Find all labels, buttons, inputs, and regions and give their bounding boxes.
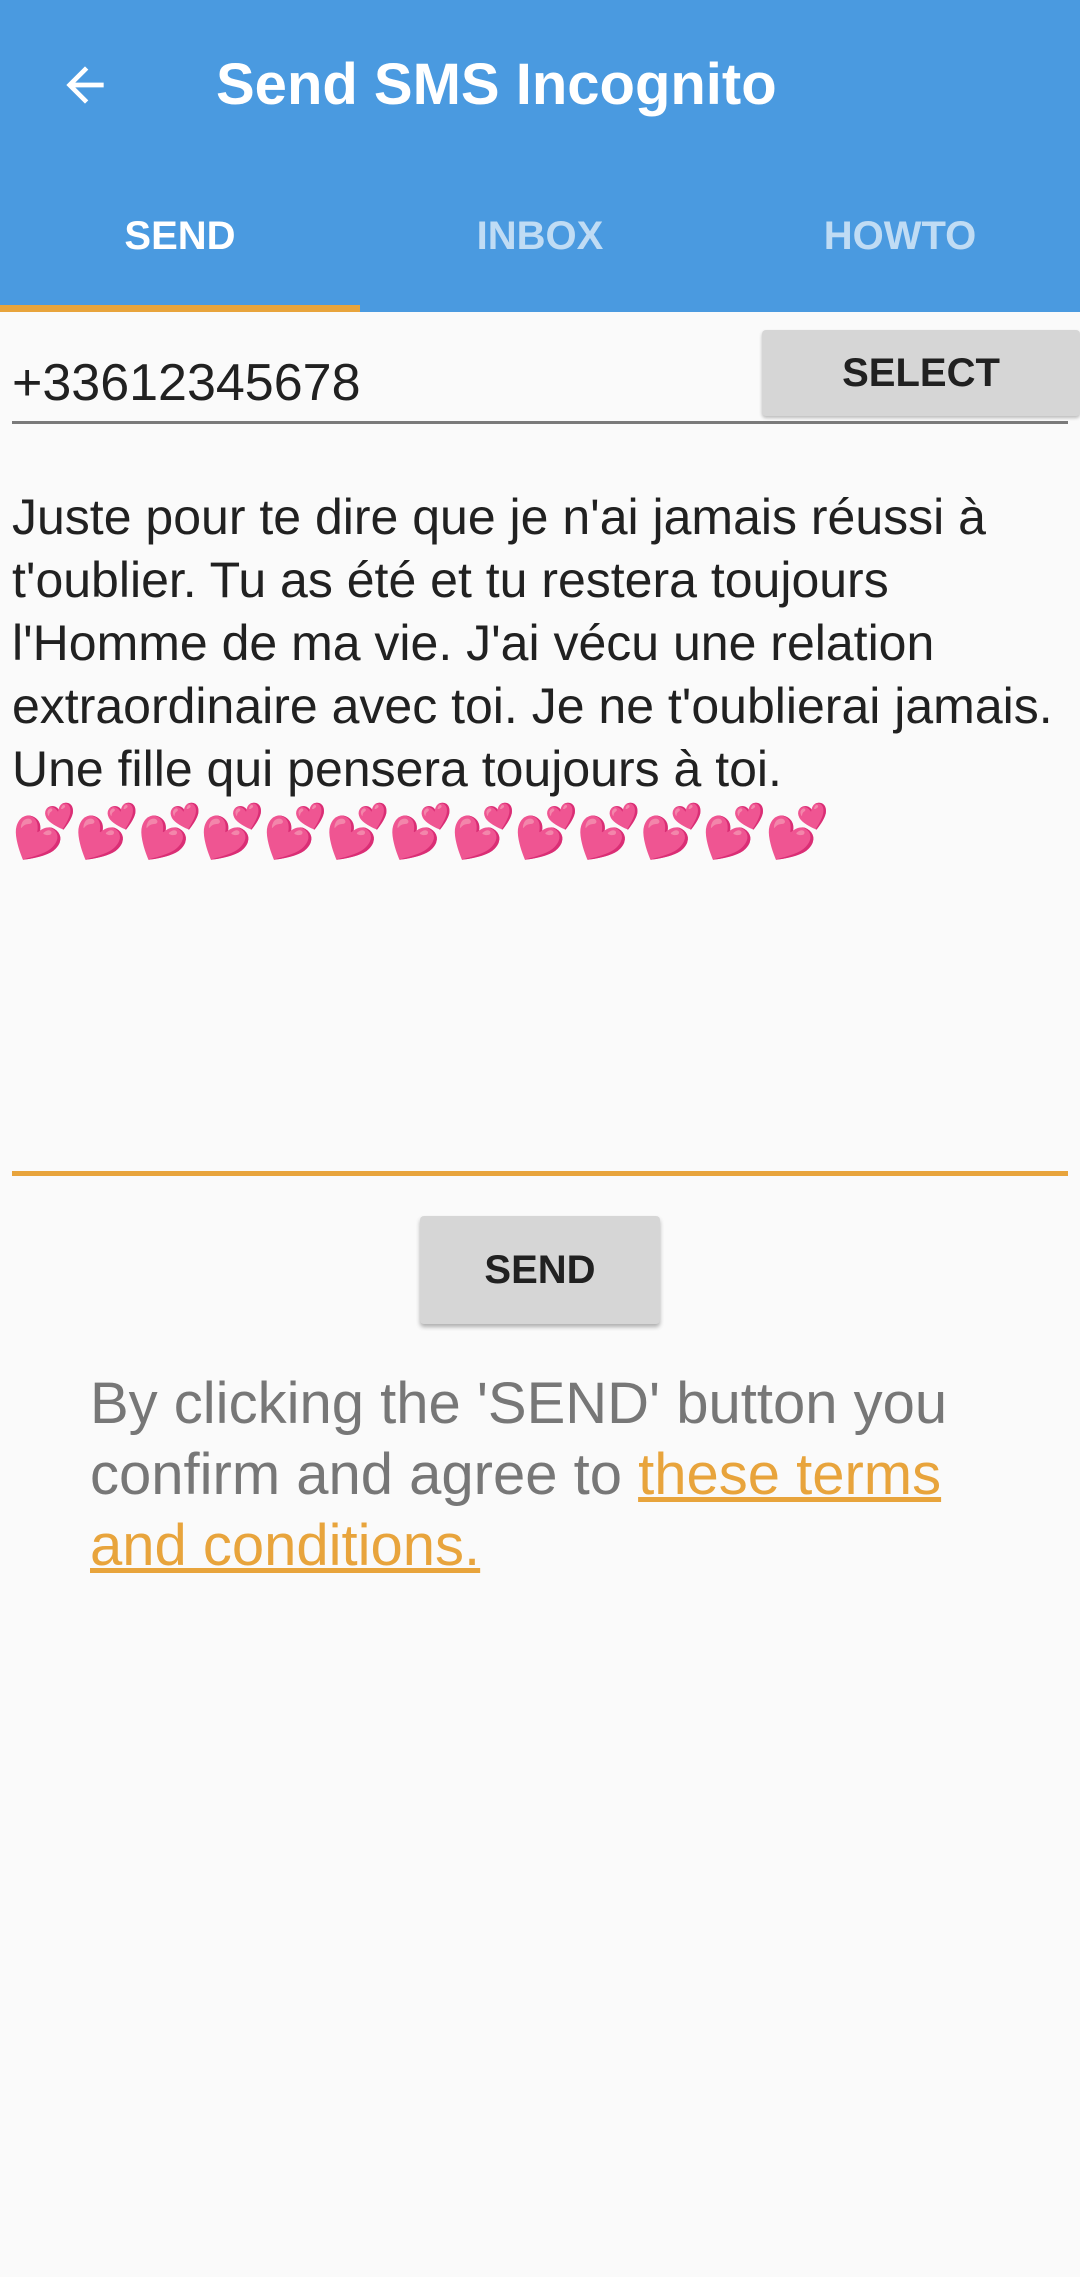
select-contact-button[interactable]: SELECT [762,330,1080,416]
tab-inbox[interactable]: INBOX [360,170,720,312]
tab-send[interactable]: SEND [0,170,360,312]
tab-howto-label: HOWTO [823,213,977,258]
send-button[interactable]: SEND [420,1216,660,1324]
tab-inbox-label: INBOX [476,213,604,258]
hearts-emoji: 💕💕💕💕💕💕💕💕💕💕💕💕💕 [12,803,830,861]
arrow-left-icon [66,66,104,104]
message-text: Juste pour te dire que je n'ai jamais ré… [12,486,1068,864]
back-button[interactable] [40,40,130,130]
toolbar: Send SMS Incognito [0,0,1080,170]
app-bar: Send SMS Incognito SEND INBOX HOWTO [0,0,1080,312]
tab-send-label: SEND [124,213,236,258]
tab-howto[interactable]: HOWTO [720,170,1080,312]
app-title: Send SMS Incognito [216,52,777,117]
tab-indicator [0,305,360,312]
terms-notice: By clicking the 'SEND' button you confir… [90,1368,1010,1581]
phone-number-input[interactable] [12,348,752,418]
phone-row: SELECT [12,330,1080,424]
message-input[interactable]: Juste pour te dire que je n'ai jamais ré… [12,486,1068,1176]
message-body: Juste pour te dire que je n'ai jamais ré… [12,489,1053,797]
tab-bar: SEND INBOX HOWTO [0,170,1080,312]
